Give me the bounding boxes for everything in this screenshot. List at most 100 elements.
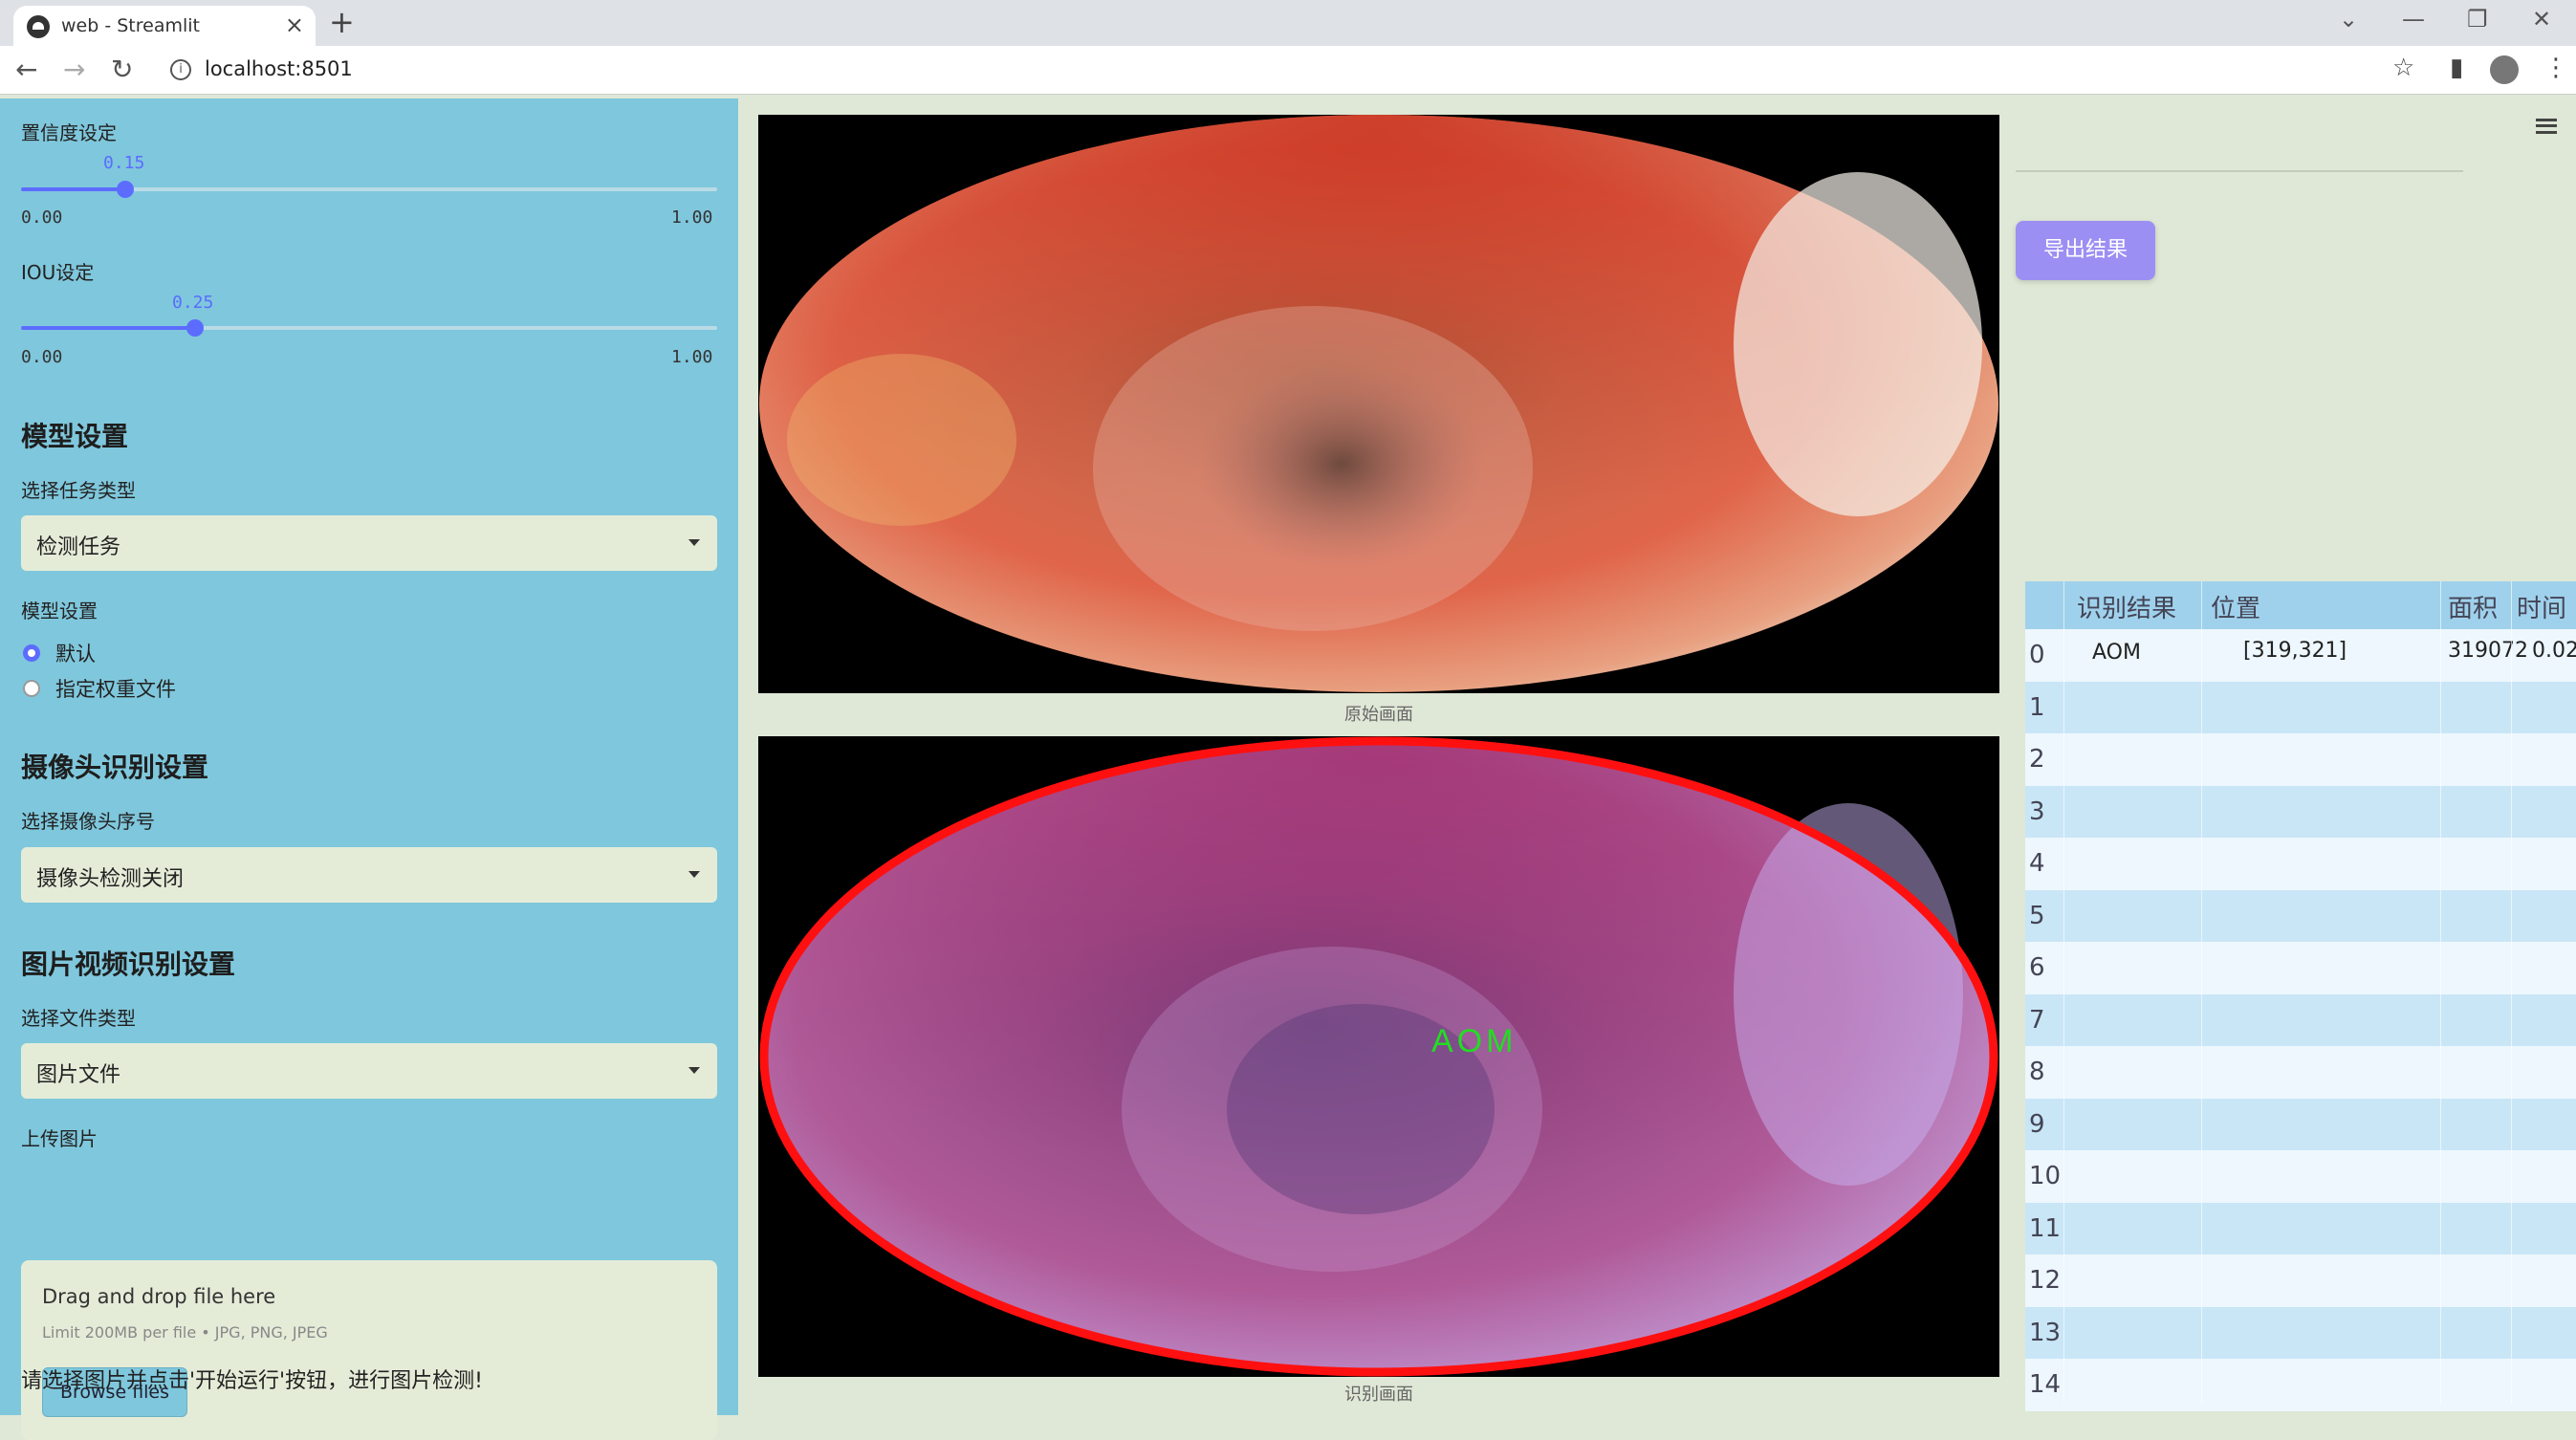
table-row[interactable]: 4 <box>2025 838 2576 890</box>
radio-default[interactable] <box>23 644 40 662</box>
original-image <box>758 115 1999 693</box>
col-header-time[interactable]: 时间 <box>2517 589 2566 624</box>
media-settings-header: 图片视频识别设置 <box>21 949 236 980</box>
row-index: 4 <box>2029 849 2045 878</box>
original-caption: 原始画面 <box>1344 705 1413 725</box>
sidebar: 置信度设定 0.15 0.00 1.00 IOU设定 0.25 0.00 1.0… <box>0 98 738 1440</box>
ear-canal-detection-photo: AOM <box>759 736 1998 1377</box>
restore-icon[interactable]: ❐ <box>2467 6 2488 33</box>
row-index: 6 <box>2029 953 2045 982</box>
cell-result: AOM <box>2092 641 2141 665</box>
col-header-position[interactable]: 位置 <box>2211 589 2260 624</box>
back-icon[interactable]: ← <box>15 54 37 85</box>
ear-canal-original-photo <box>759 115 1998 692</box>
iou-slider-fill <box>21 326 195 330</box>
detection-label: AOM <box>1431 1023 1517 1059</box>
row-index: 2 <box>2029 745 2045 774</box>
table-row[interactable]: 9 <box>2025 1098 2576 1150</box>
result-caption: 识别画面 <box>1344 1385 1413 1405</box>
row-index: 10 <box>2029 1162 2062 1190</box>
reload-icon[interactable]: ↻ <box>111 54 133 85</box>
hamburger-menu-icon[interactable] <box>2536 119 2557 134</box>
table-header: 识别结果 位置 面积 时间 <box>2025 581 2576 629</box>
iou-slider-thumb[interactable] <box>186 319 204 337</box>
minimize-icon[interactable]: — <box>2402 6 2425 33</box>
table-row[interactable]: 5 <box>2025 889 2576 942</box>
camera-index-label: 选择摄像头序号 <box>21 810 155 833</box>
file-type-select[interactable]: 图片文件 <box>21 1043 717 1099</box>
forward-icon[interactable]: → <box>63 54 85 85</box>
iou-label: IOU设定 <box>21 261 95 284</box>
row-index: 14 <box>2029 1370 2062 1399</box>
chevron-down-icon <box>688 871 700 878</box>
confidence-min: 0.00 <box>21 207 63 228</box>
row-index: 3 <box>2029 796 2045 826</box>
table-row[interactable]: 0 AOM [319,321] 319072 0.02 <box>2025 629 2576 682</box>
task-type-select[interactable]: 检测任务 <box>21 515 717 571</box>
close-window-icon[interactable]: ✕ <box>2532 6 2551 33</box>
row-index: 11 <box>2029 1213 2062 1243</box>
camera-index-select[interactable]: 摄像头检测关闭 <box>21 847 717 903</box>
iou-value: 0.25 <box>172 293 214 313</box>
chevron-down-icon <box>688 1067 700 1074</box>
col-header-area[interactable]: 面积 <box>2448 589 2498 624</box>
model-setting-label: 模型设置 <box>21 600 98 622</box>
radio-default-label[interactable]: 默认 <box>55 639 96 667</box>
confidence-value: 0.15 <box>103 153 145 173</box>
row-index: 8 <box>2029 1058 2045 1086</box>
row-index: 5 <box>2029 901 2045 930</box>
export-results-button[interactable]: 导出结果 <box>2016 221 2155 280</box>
file-type-label: 选择文件类型 <box>21 1007 136 1030</box>
dropzone-title: Drag and drop file here <box>42 1285 276 1308</box>
task-type-value: 检测任务 <box>36 535 121 559</box>
chevron-down-icon <box>688 539 700 546</box>
table-row[interactable]: 10 <box>2025 1150 2576 1203</box>
table-row[interactable]: 11 <box>2025 1202 2576 1255</box>
streamlit-favicon-icon <box>27 15 50 38</box>
row-index: 9 <box>2029 1109 2045 1139</box>
task-type-label: 选择任务类型 <box>21 479 136 502</box>
row-index: 13 <box>2029 1318 2062 1347</box>
dropzone-limit: Limit 200MB per file • JPG, PNG, JPEG <box>42 1323 328 1342</box>
iou-slider[interactable] <box>21 319 717 337</box>
table-row[interactable]: 8 <box>2025 1046 2576 1099</box>
tab-close-icon[interactable]: × <box>285 11 304 38</box>
divider <box>2016 170 2463 172</box>
tab-title: web - Streamlit <box>61 15 200 36</box>
file-type-value: 图片文件 <box>36 1063 121 1087</box>
browser-tab-bar: web - Streamlit × + ⌄ — ❐ ✕ <box>0 0 2576 46</box>
confidence-slider[interactable] <box>21 181 717 198</box>
table-row[interactable]: 13 <box>2025 1306 2576 1359</box>
table-row[interactable]: 12 <box>2025 1255 2576 1307</box>
table-row[interactable]: 2 <box>2025 733 2576 786</box>
omnibox[interactable]: i localhost:8501 <box>155 52 2412 86</box>
side-panel-icon[interactable]: ▮ <box>2450 54 2463 82</box>
cell-position: [319,321] <box>2243 639 2347 663</box>
new-tab-icon[interactable]: + <box>329 4 355 40</box>
bookmark-star-icon[interactable]: ☆ <box>2392 54 2414 82</box>
table-row[interactable]: 7 <box>2025 993 2576 1046</box>
table-row[interactable]: 14 <box>2025 1359 2576 1411</box>
table-row[interactable]: 1 <box>2025 681 2576 733</box>
row-index: 7 <box>2029 1005 2045 1035</box>
iou-max: 1.00 <box>671 347 713 367</box>
browser-tab[interactable]: web - Streamlit × <box>13 6 316 46</box>
table-row[interactable]: 3 <box>2025 785 2576 838</box>
table-row[interactable]: 6 <box>2025 942 2576 994</box>
row-index: 0 <box>2029 641 2045 669</box>
iou-min: 0.00 <box>21 347 63 367</box>
col-header-result[interactable]: 识别结果 <box>2077 589 2176 624</box>
camera-settings-header: 摄像头识别设置 <box>21 752 209 783</box>
site-info-icon[interactable]: i <box>170 59 191 80</box>
profile-avatar-icon[interactable] <box>2490 55 2519 84</box>
radio-custom-weights-label[interactable]: 指定权重文件 <box>55 674 176 703</box>
upload-label: 上传图片 <box>21 1127 98 1150</box>
result-image: AOM <box>758 736 1999 1377</box>
browser-menu-icon[interactable]: ⋮ <box>2543 54 2568 82</box>
confidence-slider-thumb[interactable] <box>117 181 135 198</box>
cell-time: 0.02 <box>2532 639 2576 663</box>
file-dropzone[interactable]: Drag and drop file here Limit 200MB per … <box>21 1260 717 1440</box>
cell-area: 319072 <box>2448 639 2528 663</box>
tab-search-icon[interactable]: ⌄ <box>2339 6 2358 33</box>
radio-custom-weights[interactable] <box>23 680 40 697</box>
